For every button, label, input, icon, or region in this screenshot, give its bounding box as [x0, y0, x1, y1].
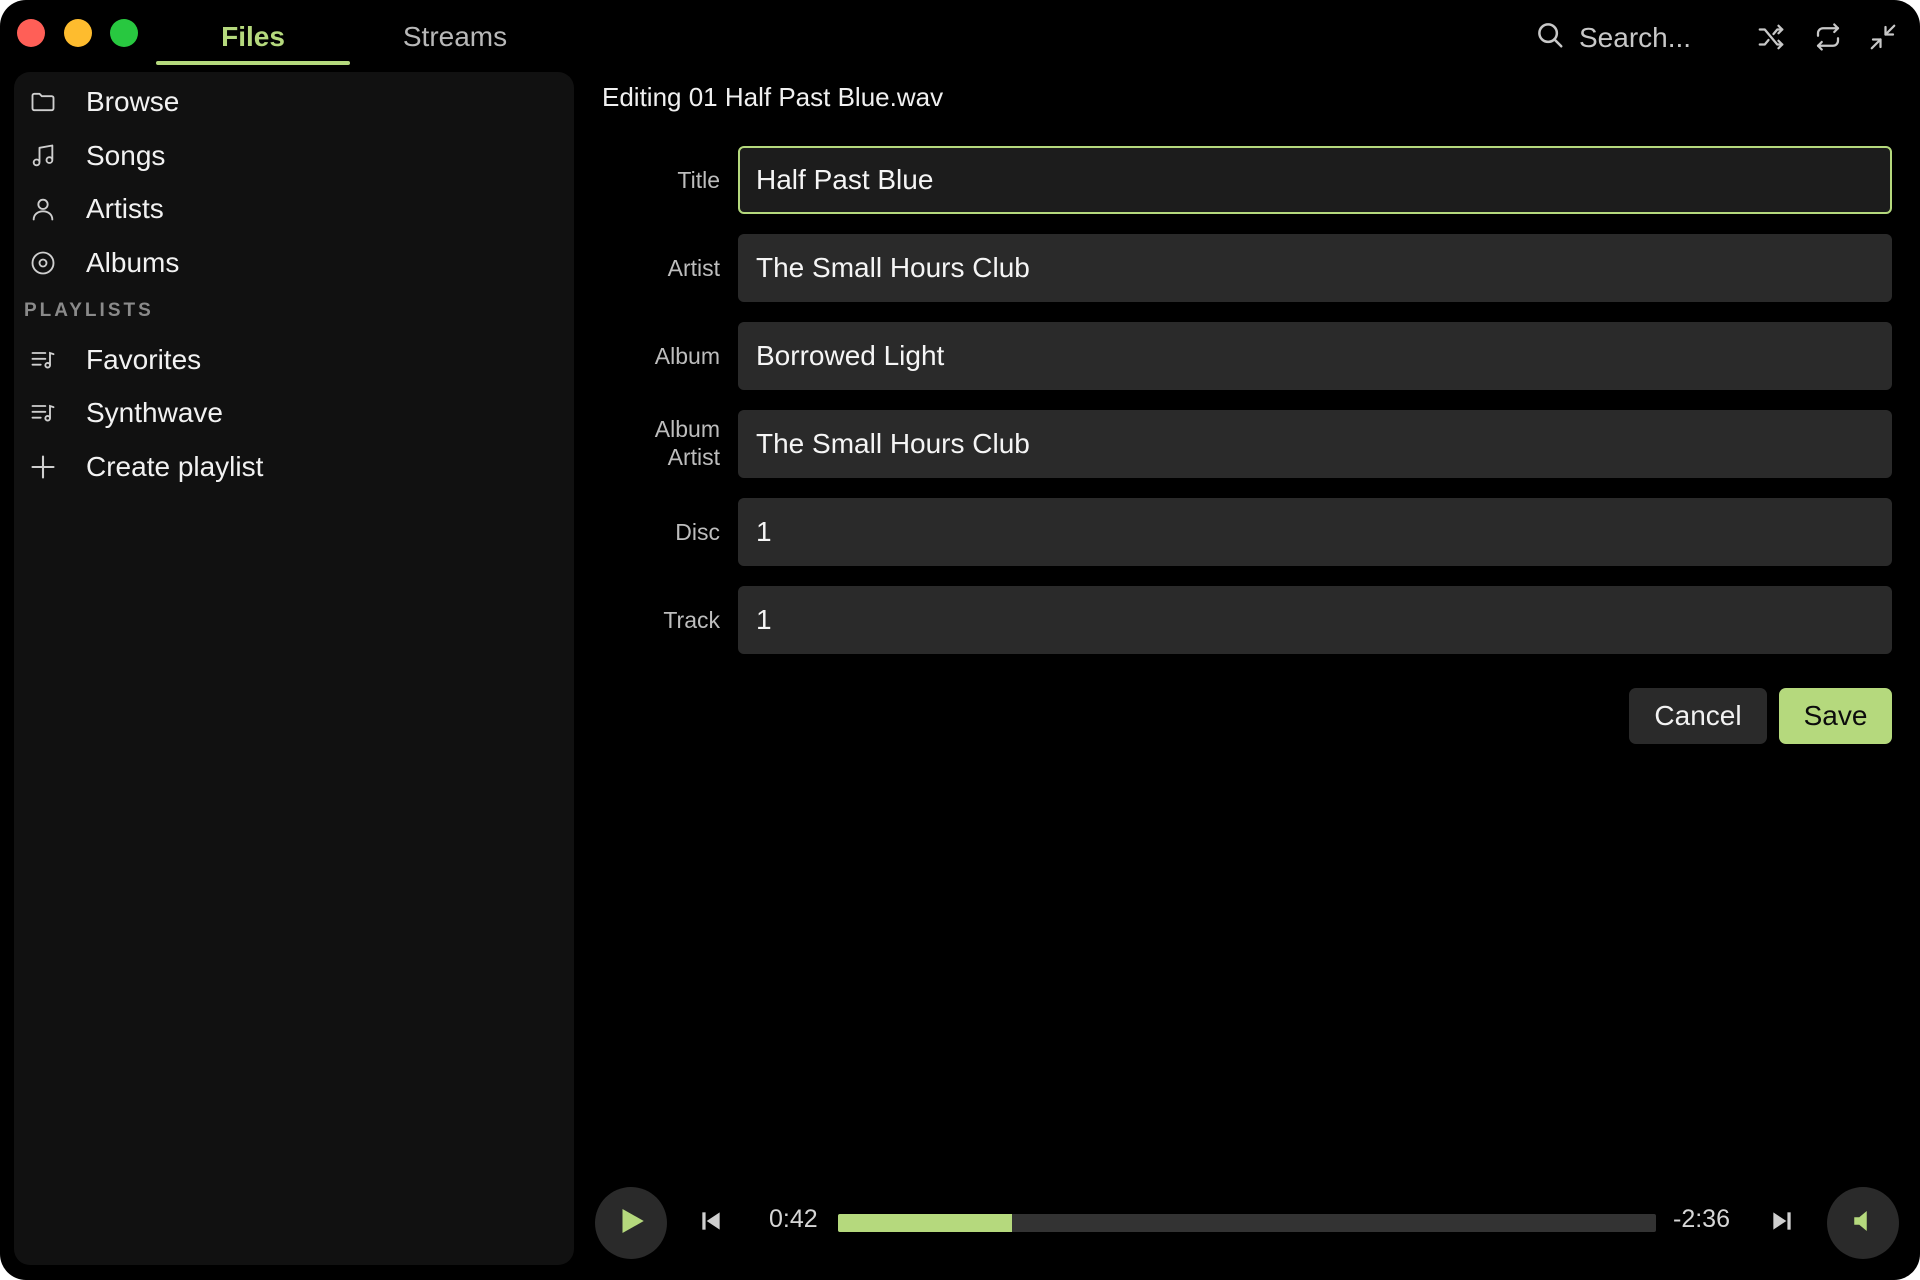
previous-track-button[interactable]: [694, 1206, 728, 1240]
disc-field[interactable]: [738, 498, 1892, 566]
artist-field[interactable]: [738, 234, 1892, 302]
tab-files[interactable]: Files: [156, 12, 350, 64]
tab-streams[interactable]: Streams: [372, 12, 538, 64]
playlists-heading: PLAYLISTS: [24, 300, 154, 321]
sidebar-item-artists[interactable]: Artists: [24, 185, 164, 233]
sidebar-item-favorites[interactable]: Favorites: [24, 336, 201, 384]
play-button[interactable]: [595, 1187, 667, 1259]
zoom-window-button[interactable]: [110, 19, 138, 47]
album-label: Album: [654, 343, 720, 369]
sidebar: Browse Songs Artists Albums PLAYLISTS Fa…: [14, 72, 574, 1265]
sidebar-item-label: Synthwave: [86, 397, 223, 428]
elapsed-time: 0:42: [769, 1205, 818, 1233]
shuffle-icon[interactable]: [1754, 20, 1788, 54]
close-window-button[interactable]: [17, 19, 45, 47]
create-playlist-label: Create playlist: [86, 451, 264, 482]
disc-label: Disc: [675, 519, 720, 545]
minimize-icon[interactable]: [1866, 20, 1900, 54]
app-window: Files Streams Search... Browse Songs Art…: [0, 0, 1920, 1280]
artist-label: Artist: [667, 255, 720, 281]
music-note-icon: [24, 137, 62, 175]
speaker-icon: [1848, 1206, 1878, 1241]
search-placeholder: Search...: [1579, 22, 1692, 53]
cancel-button[interactable]: Cancel: [1629, 688, 1767, 744]
title-field[interactable]: [738, 146, 1892, 214]
search-box[interactable]: Search...: [1535, 16, 1691, 60]
editor-heading: Editing 01 Half Past Blue.wav: [602, 82, 944, 112]
play-icon: [614, 1204, 648, 1243]
sidebar-item-browse[interactable]: Browse: [24, 78, 179, 126]
repeat-icon[interactable]: [1811, 20, 1845, 54]
search-icon: [1535, 20, 1565, 57]
sidebar-item-label: Artists: [86, 193, 164, 224]
skip-forward-icon: [1769, 1208, 1795, 1239]
album-artist-field[interactable]: [738, 410, 1892, 478]
next-track-button[interactable]: [1765, 1206, 1799, 1240]
save-button[interactable]: Save: [1779, 688, 1892, 744]
minimize-window-button[interactable]: [64, 19, 92, 47]
progress-bar[interactable]: [838, 1214, 1656, 1232]
sidebar-item-synthwave[interactable]: Synthwave: [24, 389, 223, 437]
sidebar-item-label: Favorites: [86, 344, 202, 375]
remaining-time: -2:36: [1673, 1205, 1730, 1233]
sidebar-item-label: Browse: [86, 86, 180, 117]
volume-button[interactable]: [1827, 1187, 1899, 1259]
title-label: Title: [677, 167, 720, 193]
plus-icon: [24, 448, 62, 486]
album-field[interactable]: [738, 322, 1892, 390]
playlist-icon: [24, 341, 62, 379]
sidebar-item-label: Songs: [86, 140, 166, 171]
person-icon: [24, 190, 62, 228]
playlist-icon: [24, 394, 62, 432]
disc-icon: [24, 244, 62, 282]
create-playlist-button[interactable]: Create playlist: [24, 443, 263, 491]
sidebar-item-songs[interactable]: Songs: [24, 132, 165, 180]
track-field[interactable]: [738, 586, 1892, 654]
sidebar-item-albums[interactable]: Albums: [24, 239, 179, 287]
sidebar-item-label: Albums: [86, 247, 180, 278]
active-tab-indicator: [156, 61, 350, 65]
skip-back-icon: [698, 1208, 724, 1239]
album-artist-label: Album Artist: [654, 416, 720, 470]
track-label: Track: [663, 607, 720, 633]
folder-icon: [24, 83, 62, 121]
progress-fill: [838, 1214, 1013, 1232]
